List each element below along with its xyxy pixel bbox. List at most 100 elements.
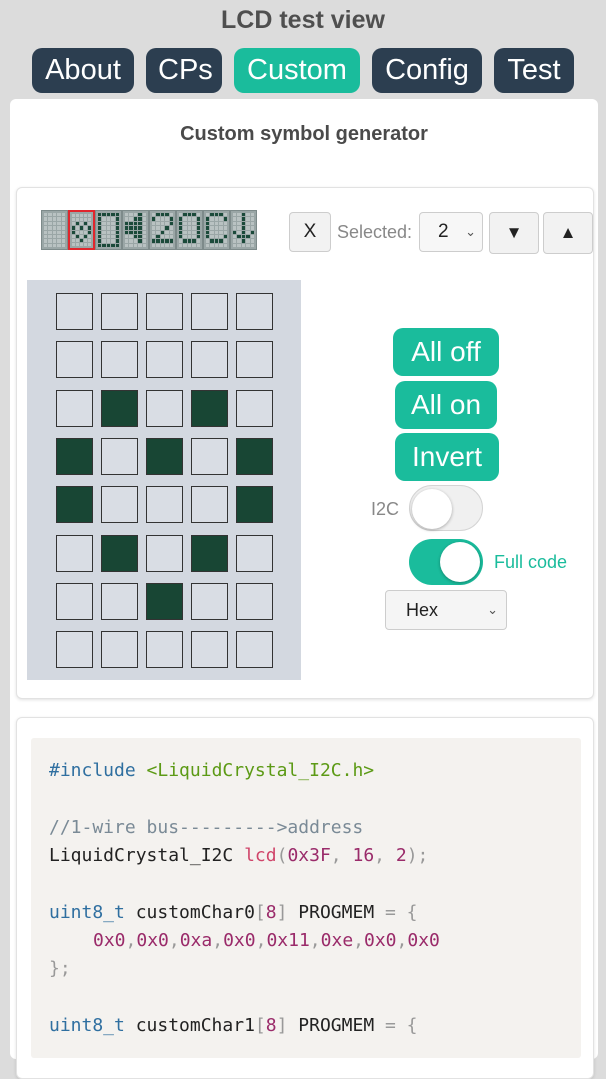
selected-char-select[interactable]: 2 ⌄ xyxy=(419,212,483,252)
pixel-cell[interactable] xyxy=(56,389,93,427)
preview-pixel xyxy=(165,239,169,243)
preview-char[interactable] xyxy=(230,210,257,250)
pixel-cell[interactable] xyxy=(146,486,183,524)
preview-pixel xyxy=(206,239,210,243)
byte-value: 0xa xyxy=(179,930,213,951)
pixel-cell[interactable] xyxy=(191,341,228,379)
preview-pixel xyxy=(98,213,102,217)
preview-pixel xyxy=(223,221,227,226)
pixel-cell[interactable] xyxy=(101,486,138,524)
i2c-toggle[interactable] xyxy=(409,485,483,531)
pixel-cell[interactable] xyxy=(101,293,138,330)
all-off-button[interactable]: All off xyxy=(393,328,499,376)
pixel-cell[interactable] xyxy=(191,486,228,524)
preview-pixel xyxy=(250,234,254,239)
preview-pixel xyxy=(57,234,61,239)
preview-pixel xyxy=(106,243,111,247)
tab-custom[interactable]: Custom xyxy=(234,48,360,93)
move-down-button[interactable]: ▼ xyxy=(489,212,539,254)
preview-pixel xyxy=(84,218,87,222)
preview-pixel xyxy=(179,230,183,234)
pixel-cell[interactable] xyxy=(146,341,183,379)
preview-pixel xyxy=(187,234,192,239)
pixel-cell[interactable] xyxy=(236,631,273,669)
pixel-cell[interactable] xyxy=(56,486,93,524)
clear-button[interactable]: X xyxy=(289,212,331,252)
preview-pixel xyxy=(210,226,214,230)
preview-pixel xyxy=(223,213,227,217)
tab-about[interactable]: About xyxy=(32,48,134,93)
preview-pixel xyxy=(142,230,146,234)
move-up-button[interactable]: ▲ xyxy=(543,212,593,254)
preview-pixel xyxy=(206,230,210,234)
tab-cps[interactable]: CPs xyxy=(146,48,222,93)
pixel-cell[interactable] xyxy=(236,437,273,475)
format-select[interactable]: Hex ⌄ xyxy=(385,590,507,630)
full-code-toggle[interactable] xyxy=(409,539,483,585)
all-on-button[interactable]: All on xyxy=(395,381,497,429)
preview-pixel xyxy=(156,217,160,221)
pixel-cell[interactable] xyxy=(101,341,138,379)
pixel-cell[interactable] xyxy=(56,341,93,379)
pixel-cell[interactable] xyxy=(101,437,138,475)
preview-char[interactable] xyxy=(149,210,176,250)
preview-pixel xyxy=(98,230,102,234)
pixel-cell[interactable] xyxy=(146,582,183,620)
pixel-cell[interactable] xyxy=(101,534,138,572)
pixel-cell[interactable] xyxy=(146,631,183,669)
preview-pixel xyxy=(179,243,183,247)
pixel-cell[interactable] xyxy=(236,341,273,379)
pixel-cell[interactable] xyxy=(236,582,273,620)
byte-value: 0x11 xyxy=(266,930,310,951)
preview-pixel xyxy=(84,242,87,246)
preview-pixel xyxy=(48,217,52,221)
preview-pixel xyxy=(241,239,246,243)
pixel-cell[interactable] xyxy=(191,631,228,669)
preview-pixel xyxy=(223,239,227,243)
pixel-cell[interactable] xyxy=(56,582,93,620)
pixel-cell[interactable] xyxy=(101,631,138,669)
pixel-cell[interactable] xyxy=(56,534,93,572)
pixel-cell[interactable] xyxy=(191,437,228,475)
pixel-cell[interactable] xyxy=(191,293,228,330)
preview-pixel xyxy=(98,226,102,230)
preview-char[interactable] xyxy=(95,210,122,250)
pixel-cell[interactable] xyxy=(101,582,138,620)
preview-pixel xyxy=(57,226,61,230)
preview-pixel xyxy=(72,214,75,218)
pixel-cell[interactable] xyxy=(56,437,93,475)
preview-char[interactable] xyxy=(68,210,95,250)
invert-button[interactable]: Invert xyxy=(395,433,499,481)
pixel-cell[interactable] xyxy=(56,631,93,669)
pixel-cell[interactable] xyxy=(146,534,183,572)
preview-pixel xyxy=(250,213,254,217)
preview-pixel xyxy=(219,234,223,239)
preview-pixel xyxy=(138,226,142,230)
preview-pixel xyxy=(223,234,227,239)
pixel-cell[interactable] xyxy=(236,534,273,572)
preview-pixel xyxy=(152,243,156,247)
preview-pixel xyxy=(133,230,138,234)
pixel-cell[interactable] xyxy=(146,293,183,330)
preview-pixel xyxy=(192,230,196,234)
pixel-cell[interactable] xyxy=(236,389,273,427)
preview-char[interactable] xyxy=(122,210,149,250)
pixel-cell[interactable] xyxy=(236,486,273,524)
preview-pixel xyxy=(192,234,196,239)
preview-char[interactable] xyxy=(176,210,203,250)
pixel-cell[interactable] xyxy=(56,293,93,330)
pixel-cell[interactable] xyxy=(191,534,228,572)
tab-config[interactable]: Config xyxy=(372,48,482,93)
pixel-cell[interactable] xyxy=(191,389,228,427)
pixel-cell[interactable] xyxy=(191,582,228,620)
pixel-cell[interactable] xyxy=(146,389,183,427)
tab-test[interactable]: Test xyxy=(494,48,574,93)
preview-char[interactable] xyxy=(41,210,68,250)
pixel-cell[interactable] xyxy=(146,437,183,475)
preview-pixel xyxy=(129,226,133,230)
preview-pixel xyxy=(111,217,115,221)
pixel-cell[interactable] xyxy=(236,293,273,330)
pixel-cell[interactable] xyxy=(101,389,138,427)
preview-char[interactable] xyxy=(203,210,230,250)
preview-pixel xyxy=(72,238,75,242)
